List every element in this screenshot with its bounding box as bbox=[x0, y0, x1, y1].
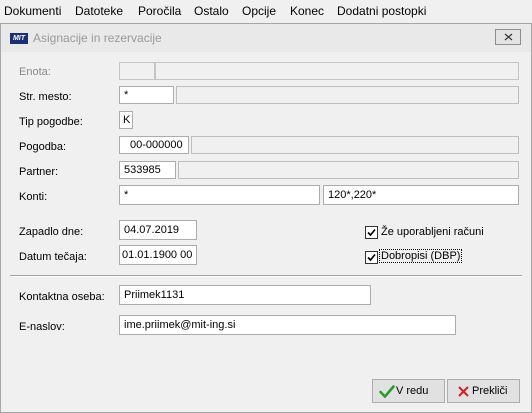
konti-from-input[interactable]: * bbox=[119, 185, 320, 205]
konti-to-input[interactable]: 120*,220* bbox=[323, 185, 519, 205]
zapadlo-dne-label: Zapadlo dne: bbox=[19, 226, 84, 238]
konti-label: Konti: bbox=[19, 191, 48, 203]
separator bbox=[10, 275, 522, 277]
kontaktna-oseba-input[interactable]: Priimek1131 bbox=[119, 285, 371, 305]
menu-dodatni-postopki[interactable]: Dodatni postopki bbox=[337, 4, 426, 18]
e-naslov-label: E-naslov: bbox=[19, 321, 65, 333]
enota-code-input[interactable] bbox=[119, 62, 155, 80]
pogodba-name-display bbox=[191, 136, 519, 154]
datum-tecaja-label: Datum tečaja: bbox=[19, 251, 87, 263]
menu-porocila[interactable]: Poročila bbox=[138, 4, 181, 18]
str-mesto-label: Str. mesto: bbox=[19, 91, 72, 103]
pogodba-label: Pogodba: bbox=[19, 141, 67, 153]
partner-input[interactable]: 533985 bbox=[119, 161, 176, 179]
menu-opcije[interactable]: Opcije bbox=[242, 4, 276, 18]
dialog-title: Asignacije in rezervacije bbox=[33, 31, 162, 45]
partner-name-display bbox=[178, 161, 519, 179]
menu-datoteke[interactable]: Datoteke bbox=[75, 4, 123, 18]
str-mesto-name-display bbox=[176, 86, 519, 104]
menu-dokumenti[interactable]: Dokumenti bbox=[4, 4, 61, 18]
checkmark-icon bbox=[367, 253, 376, 262]
app-logo: MIT bbox=[10, 33, 28, 44]
ze-uporabljeni-checkbox[interactable] bbox=[365, 226, 378, 239]
checkmark-icon bbox=[367, 228, 376, 237]
str-mesto-input[interactable]: * bbox=[119, 86, 174, 104]
ok-button[interactable]: V redu bbox=[372, 379, 445, 403]
menu-konec[interactable]: Konec bbox=[290, 4, 324, 18]
cancel-button[interactable]: Prekliči bbox=[447, 379, 520, 403]
dobropisi-label[interactable]: Dobropisi (DBP) bbox=[378, 249, 463, 263]
close-button[interactable] bbox=[495, 29, 521, 45]
pogodba-input[interactable]: 00-000000 bbox=[119, 136, 189, 154]
kontaktna-oseba-label: Kontaktna oseba: bbox=[19, 291, 105, 303]
dialog-titlebar: MIT Asignacije in rezervacije bbox=[1, 24, 531, 52]
menu-ostalo[interactable]: Ostalo bbox=[194, 4, 229, 18]
assignment-dialog: MIT Asignacije in rezervacije Enota: Str… bbox=[0, 23, 532, 413]
enota-name-display bbox=[155, 62, 519, 80]
zapadlo-dne-input[interactable]: 04.07.2019 bbox=[119, 220, 197, 240]
cancel-button-label: Prekliči bbox=[472, 385, 508, 397]
checkmark-icon bbox=[379, 385, 395, 398]
tip-pogodbe-input[interactable]: K bbox=[119, 111, 133, 129]
partner-label: Partner: bbox=[19, 166, 59, 178]
e-naslov-input[interactable]: ime.priimek@mit-ing.si bbox=[119, 315, 456, 335]
ze-uporabljeni-label[interactable]: Že uporabljeni računi bbox=[381, 226, 484, 238]
close-icon bbox=[504, 33, 513, 41]
datum-tecaja-input[interactable]: 01.01.1900 00 bbox=[119, 245, 197, 265]
menu-bar: Dokumenti Datoteke Poročila Ostalo Opcij… bbox=[0, 0, 532, 22]
x-icon bbox=[458, 386, 469, 397]
tip-pogodbe-label: Tip pogodbe: bbox=[19, 116, 83, 128]
dobropisi-checkbox[interactable] bbox=[365, 251, 378, 264]
enota-label: Enota: bbox=[19, 66, 51, 78]
ok-button-label: V redu bbox=[396, 385, 429, 397]
